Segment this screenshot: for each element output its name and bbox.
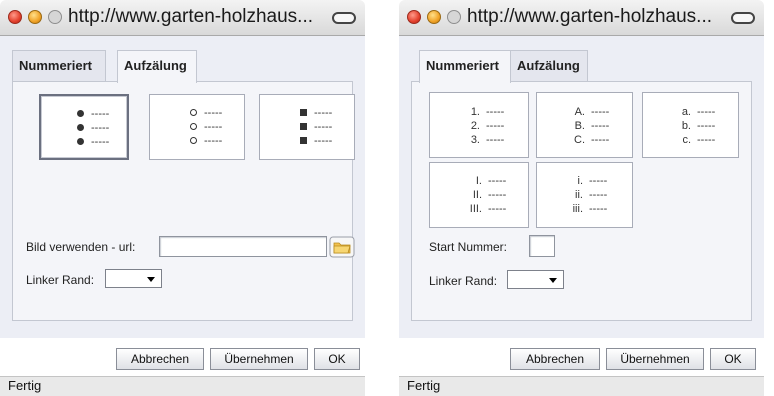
title-bar[interactable]: http://www.garten-holzhaus... — [399, 0, 764, 36]
placeholder-dashes: ----- — [697, 134, 716, 146]
title-bar[interactable]: http://www.garten-holzhaus... — [0, 0, 365, 36]
status-bar: Fertig — [399, 376, 764, 396]
number-marker: 1. — [470, 106, 480, 118]
left-margin-label: Linker Rand: — [26, 273, 95, 287]
number-marker: i. — [577, 175, 584, 187]
number-style-lower-alpha[interactable]: a. ----- b. ----- c. ----- — [642, 92, 739, 158]
tab-panel-bullets: ----- ----- ----- ----- ----- ----- ----… — [12, 81, 355, 321]
circle-bullet-icon — [190, 109, 197, 116]
number-marker: c. — [682, 134, 691, 146]
placeholder-dashes: ----- — [488, 203, 507, 215]
ok-button[interactable]: OK — [314, 348, 360, 370]
placeholder-dashes: ----- — [314, 107, 333, 119]
placeholder-dashes: ----- — [486, 120, 505, 132]
placeholder-dashes: ----- — [314, 135, 333, 147]
dialog-window-numbered: http://www.garten-holzhaus... Nummeriert… — [399, 0, 764, 396]
placeholder-dashes: ----- — [591, 106, 610, 118]
square-bullet-icon — [300, 137, 307, 144]
disc-bullet-icon — [77, 138, 84, 145]
placeholder-dashes: ----- — [488, 189, 507, 201]
number-marker: III. — [469, 203, 482, 215]
placeholder-dashes: ----- — [204, 135, 223, 147]
bullet-style-square[interactable]: ----- ----- ----- — [259, 94, 355, 160]
left-margin-select[interactable] — [105, 269, 162, 288]
placeholder-dashes: ----- — [589, 175, 608, 187]
close-window-icon[interactable] — [407, 10, 421, 24]
zoom-window-icon[interactable] — [48, 10, 62, 24]
placeholder-dashes: ----- — [204, 107, 223, 119]
left-margin-label: Linker Rand: — [429, 274, 498, 288]
close-window-icon[interactable] — [8, 10, 22, 24]
number-style-upper-roman[interactable]: I. ----- II. ----- III. ----- — [429, 162, 529, 228]
placeholder-dashes: ----- — [591, 134, 610, 146]
circle-bullet-icon — [190, 137, 197, 144]
start-number-input[interactable] — [529, 235, 555, 257]
number-marker: a. — [681, 106, 691, 118]
square-bullet-icon — [300, 123, 307, 130]
placeholder-dashes: ----- — [589, 203, 608, 215]
placeholder-dashes: ----- — [91, 122, 110, 134]
placeholder-dashes: ----- — [486, 106, 505, 118]
number-style-lower-roman[interactable]: i. ----- ii. ----- iii. ----- — [536, 162, 633, 228]
number-marker: C. — [574, 134, 585, 146]
start-number-label: Start Nummer: — [429, 240, 508, 254]
window-title-url: http://www.garten-holzhaus... — [467, 6, 713, 27]
tab-nummeriert[interactable]: Nummeriert — [419, 50, 511, 83]
number-marker: B. — [574, 120, 585, 132]
number-marker: 3. — [470, 134, 480, 146]
tab-aufzaehlung[interactable]: Aufzälung — [510, 50, 588, 82]
window-title-url: http://www.garten-holzhaus... — [68, 6, 314, 27]
image-url-label: Bild verwenden - url: — [26, 240, 136, 254]
number-marker: b. — [681, 120, 691, 132]
minimize-window-icon[interactable] — [427, 10, 441, 24]
placeholder-dashes: ----- — [204, 121, 223, 133]
apply-button[interactable]: Übernehmen — [606, 348, 704, 370]
disc-bullet-icon — [77, 110, 84, 117]
number-marker: I. — [475, 175, 482, 187]
chevron-down-icon — [147, 277, 155, 282]
number-marker: A. — [574, 106, 585, 118]
apply-button[interactable]: Übernehmen — [210, 348, 308, 370]
chevron-down-icon — [549, 278, 557, 283]
cancel-button[interactable]: Abbrechen — [116, 348, 204, 370]
number-marker: 2. — [470, 120, 480, 132]
number-style-arabic[interactable]: 1. ----- 2. ----- 3. ----- — [429, 92, 529, 158]
number-marker: iii. — [572, 203, 583, 215]
tab-nummeriert[interactable]: Nummeriert — [12, 50, 106, 82]
placeholder-dashes: ----- — [589, 189, 608, 201]
left-margin-select[interactable] — [507, 270, 564, 289]
folder-browse-icon[interactable] — [329, 236, 355, 258]
status-bar: Fertig — [0, 376, 365, 396]
number-style-upper-alpha[interactable]: A. ----- B. ----- C. ----- — [536, 92, 633, 158]
placeholder-dashes: ----- — [697, 106, 716, 118]
image-url-input[interactable] — [159, 236, 327, 257]
cancel-button[interactable]: Abbrechen — [510, 348, 600, 370]
number-marker: ii. — [575, 189, 583, 201]
bullet-style-disc[interactable]: ----- ----- ----- — [39, 94, 129, 160]
placeholder-dashes: ----- — [91, 136, 110, 148]
placeholder-dashes: ----- — [591, 120, 610, 132]
placeholder-dashes: ----- — [314, 121, 333, 133]
toolbar-toggle-icon[interactable] — [731, 12, 755, 24]
placeholder-dashes: ----- — [697, 120, 716, 132]
dialog-body: Nummeriert Aufzälung ----- ----- ----- -… — [0, 36, 365, 338]
square-bullet-icon — [300, 109, 307, 116]
dialog-window-bullets: http://www.garten-holzhaus... Nummeriert… — [0, 0, 365, 396]
placeholder-dashes: ----- — [488, 175, 507, 187]
circle-bullet-icon — [190, 123, 197, 130]
placeholder-dashes: ----- — [91, 108, 110, 120]
zoom-window-icon[interactable] — [447, 10, 461, 24]
tab-aufzaehlung[interactable]: Aufzälung — [117, 50, 197, 83]
dialog-body: Nummeriert Aufzälung 1. ----- 2. ----- 3. -… — [399, 36, 764, 338]
minimize-window-icon[interactable] — [28, 10, 42, 24]
ok-button[interactable]: OK — [710, 348, 756, 370]
disc-bullet-icon — [77, 124, 84, 131]
tab-panel-numbered: 1. ----- 2. ----- 3. ----- A. ----- B. ----- … — [411, 81, 752, 321]
toolbar-toggle-icon[interactable] — [332, 12, 356, 24]
bullet-style-circle[interactable]: ----- ----- ----- — [149, 94, 245, 160]
number-marker: II. — [472, 189, 482, 201]
placeholder-dashes: ----- — [486, 134, 505, 146]
